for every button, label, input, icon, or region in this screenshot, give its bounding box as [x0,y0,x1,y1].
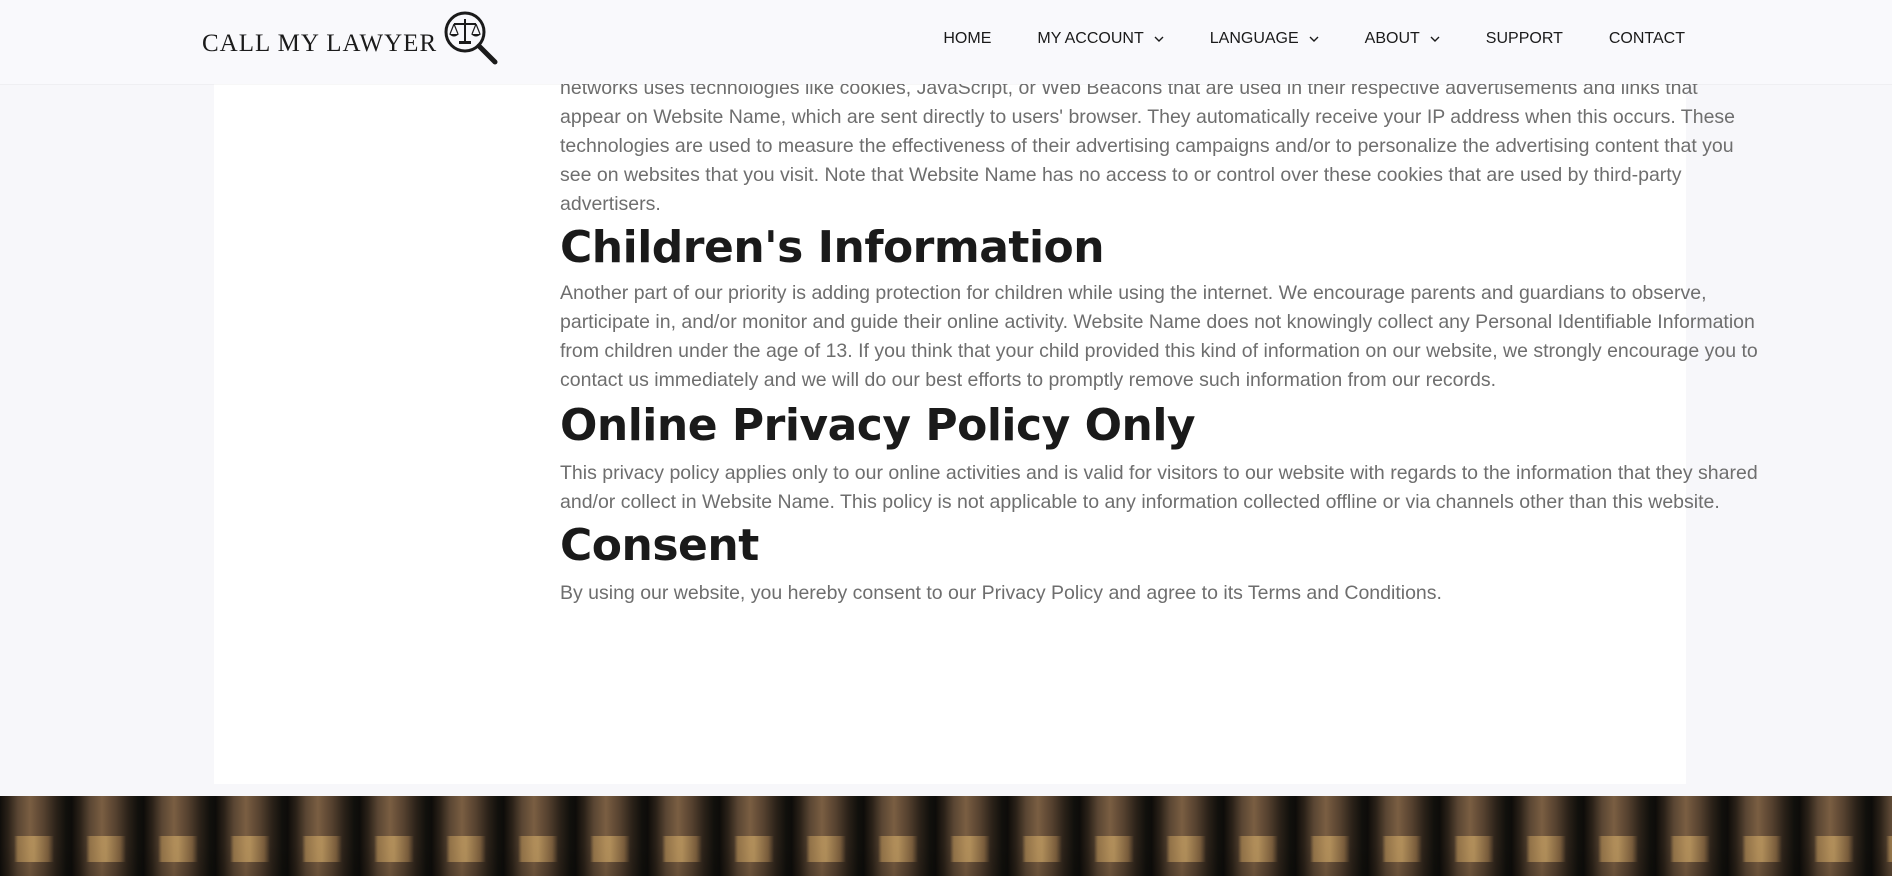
nav-item-label: HOME [943,30,992,47]
nav-item-my-account[interactable]: MY ACCOUNT [1037,30,1164,48]
nav-item-label: SUPPORT [1485,30,1563,47]
nav-item-label: MY ACCOUNT [1037,30,1144,47]
intro-paragraph: networks uses technologies like cookies,… [560,77,1736,215]
chevron-down-icon [1154,30,1164,48]
chevron-down-icon [1430,30,1440,48]
nav-item-label: ABOUT [1364,30,1420,47]
section-heading-online-privacy-policy: Online Privacy Policy Only [560,400,1196,451]
logo-text: CALL MY LAWYER [202,30,438,57]
section-body-childrens-information: Another part of our priority is adding p… [560,282,1758,391]
nav-item-support[interactable]: SUPPORT [1486,30,1563,48]
section-heading-childrens-information: Children's Information [560,222,1105,273]
nav-item-home[interactable]: HOME [943,30,991,48]
section-body-online-privacy-policy: This privacy policy applies only to our … [560,462,1758,513]
nav-item-contact[interactable]: CONTACT [1609,30,1685,48]
content-card: networks uses technologies like cookies,… [214,0,1758,784]
site-header: CALL MY LAWYER HOME MY ACCOUNT LANGUAGE … [0,0,1892,84]
page: networks uses technologies like cookies,… [0,0,1892,876]
chevron-down-icon [1309,30,1319,48]
nav-item-label: LANGUAGE [1209,30,1299,47]
main-nav: HOME MY ACCOUNT LANGUAGE ABOUT SUPPORT C… [943,0,1685,78]
section-heading-consent: Consent [560,520,759,571]
nav-item-language[interactable]: LANGUAGE [1210,30,1319,48]
nav-item-label: CONTACT [1608,30,1685,47]
footer-bookshelf-image [0,796,1892,876]
scales-magnifier-icon [443,10,499,71]
site-logo[interactable]: CALL MY LAWYER [202,10,499,71]
privacy-policy-content: networks uses technologies like cookies,… [560,74,1760,608]
nav-item-about[interactable]: ABOUT [1365,30,1440,48]
section-body-consent: By using our website, you hereby consent… [560,582,1442,604]
